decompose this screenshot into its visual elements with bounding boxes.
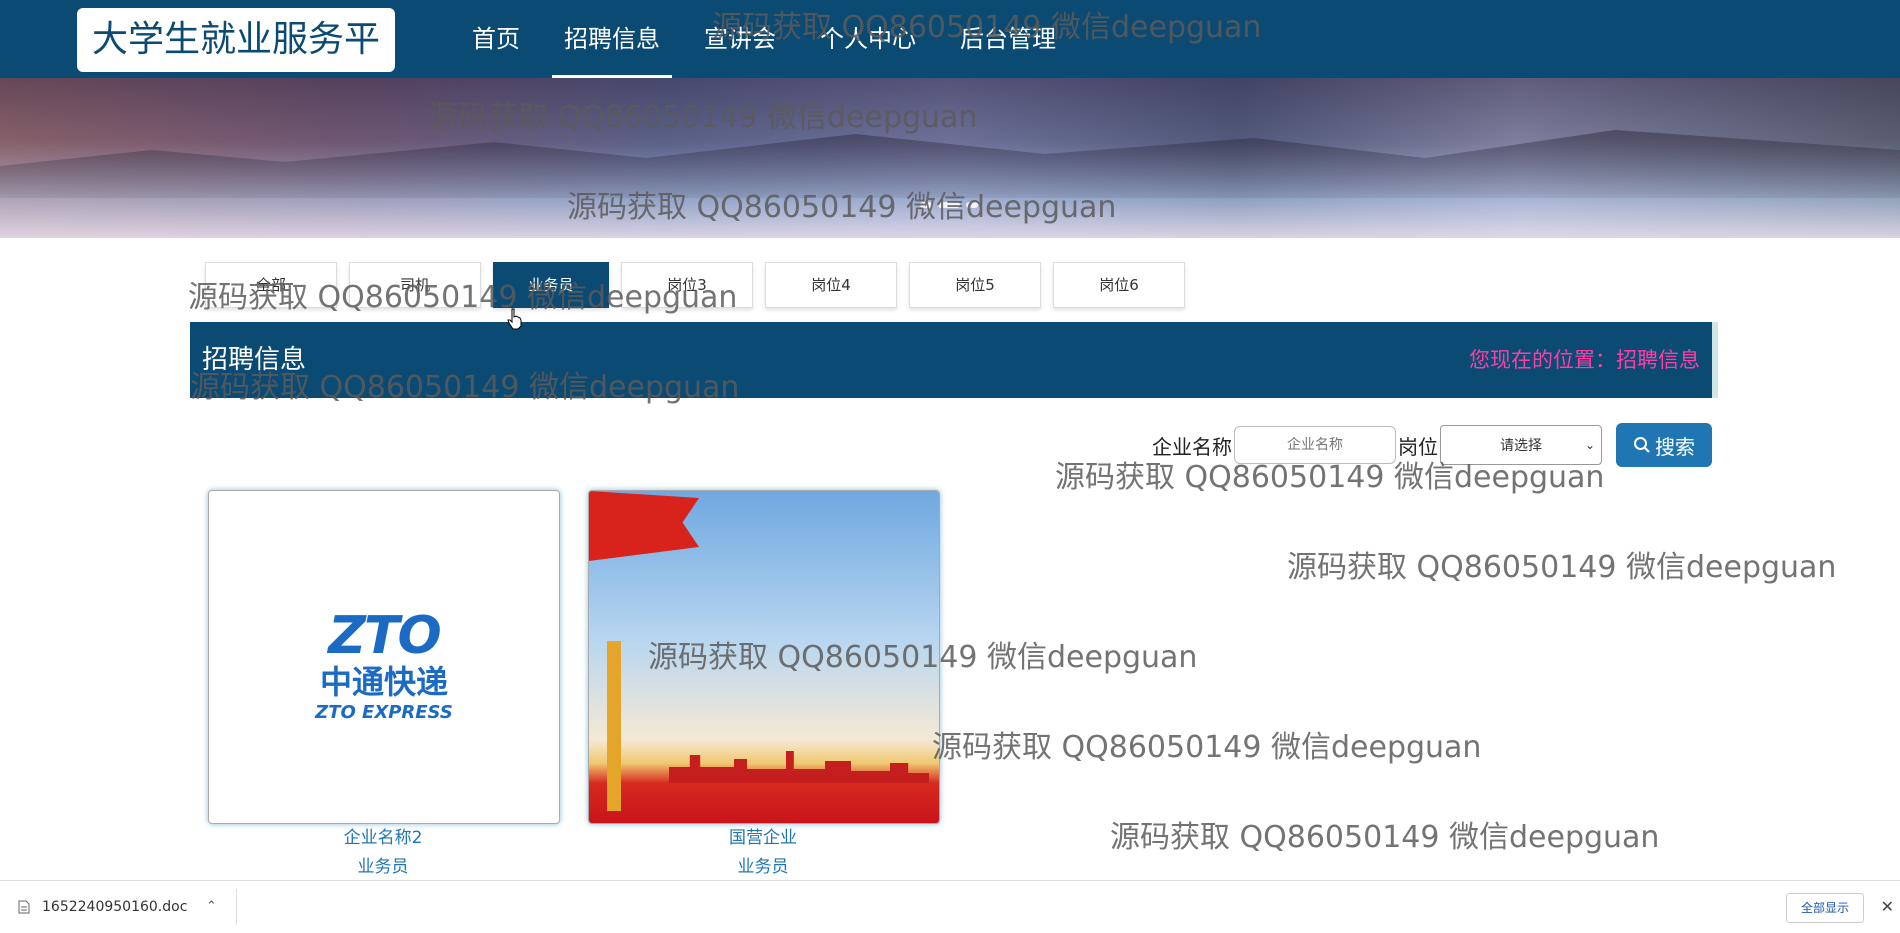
- site-logo[interactable]: 大学生就业服务平台: [77, 8, 395, 124]
- section-title-bar: 招聘信息 您现在的位置：招聘信息: [190, 322, 1718, 398]
- company-search-input[interactable]: [1234, 426, 1396, 464]
- download-filename: 1652240950160.doc: [42, 899, 188, 915]
- position-select-value: 请选择: [1500, 438, 1542, 454]
- job-card[interactable]: ZTO 中通快递 ZTO EXPRESS 企业名称2 业务员: [208, 490, 560, 882]
- company-image[interactable]: [588, 490, 940, 824]
- carousel-dot[interactable]: [920, 202, 932, 208]
- job-position: 业务员: [357, 857, 409, 877]
- company-logo-image[interactable]: ZTO 中通快递 ZTO EXPRESS: [208, 490, 560, 824]
- nav-seminars[interactable]: 宣讲会: [682, 0, 798, 78]
- nav-profile[interactable]: 个人中心: [798, 0, 938, 78]
- job-card[interactable]: 国营企业 业务员: [588, 490, 940, 882]
- search-button-label: 搜索: [1655, 434, 1695, 459]
- carousel-dot[interactable]: [966, 202, 978, 208]
- company-name[interactable]: 国营企业: [588, 824, 938, 853]
- breadcrumb: 您现在的位置：招聘信息: [1469, 348, 1700, 372]
- logo-en: ZTO EXPRESS: [315, 702, 453, 723]
- position-tabs: 全部 司机 业务员 岗位3 岗位4 岗位5 岗位6: [205, 262, 1185, 308]
- logo-cn: 中通快递: [319, 663, 448, 701]
- company-name[interactable]: 企业名称2: [208, 824, 558, 853]
- show-all-button[interactable]: 全部显示: [1785, 893, 1864, 923]
- watermark: 源码获取 QQ86050149 微信deepguan: [1287, 550, 1837, 585]
- close-icon[interactable]: ✕: [1881, 881, 1894, 933]
- logo-text: ZTO: [328, 606, 441, 666]
- search-bar: 企业名称 岗位 请选择 ⌄ 搜索: [1152, 423, 1712, 467]
- tab-position6[interactable]: 岗位6: [1053, 262, 1185, 308]
- main-nav: 首页 招聘信息 宣讲会 个人中心 后台管理: [450, 0, 1078, 78]
- search-button[interactable]: 搜索: [1616, 423, 1712, 467]
- tab-position3[interactable]: 岗位3: [621, 262, 753, 308]
- download-bar: 1652240950160.doc ⌃ 全部显示 ✕: [0, 880, 1900, 933]
- document-icon: [18, 900, 30, 914]
- watermark: 源码获取 QQ86050149 微信deepguan: [932, 730, 1482, 765]
- tab-driver[interactable]: 司机: [349, 262, 481, 308]
- search-icon: [1634, 437, 1650, 453]
- tab-salesman[interactable]: 业务员: [493, 262, 609, 308]
- tab-position5[interactable]: 岗位5: [909, 262, 1041, 308]
- job-position: 业务员: [737, 857, 789, 877]
- tab-all[interactable]: 全部: [205, 262, 337, 308]
- tab-position4[interactable]: 岗位4: [765, 262, 897, 308]
- company-label: 企业名称: [1152, 434, 1232, 459]
- divider: [236, 889, 237, 925]
- carousel-dot-active[interactable]: [938, 202, 960, 208]
- chevron-up-icon[interactable]: ⌃: [206, 881, 217, 933]
- section-title: 招聘信息: [202, 345, 307, 375]
- download-item[interactable]: 1652240950160.doc: [18, 881, 187, 933]
- nav-home[interactable]: 首页: [450, 0, 542, 78]
- nav-admin[interactable]: 后台管理: [938, 0, 1078, 78]
- pillar-graphic: [607, 641, 621, 811]
- banner-carousel: [0, 78, 1900, 238]
- hand-cursor-icon: [507, 308, 522, 330]
- nav-jobs[interactable]: 招聘信息: [542, 0, 682, 78]
- position-label: 岗位: [1398, 434, 1438, 459]
- carousel-indicators: [920, 202, 978, 208]
- watermark: 源码获取 QQ86050149 微信deepguan: [1110, 820, 1660, 855]
- banner-image: [0, 130, 1900, 198]
- top-nav-bar: 大学生就业服务平台 首页 招聘信息 宣讲会 个人中心 后台管理: [0, 0, 1900, 124]
- position-select[interactable]: 请选择 ⌄: [1440, 425, 1602, 465]
- zto-logo: ZTO 中通快递 ZTO EXPRESS: [209, 609, 559, 725]
- chevron-down-icon: ⌄: [1584, 438, 1595, 452]
